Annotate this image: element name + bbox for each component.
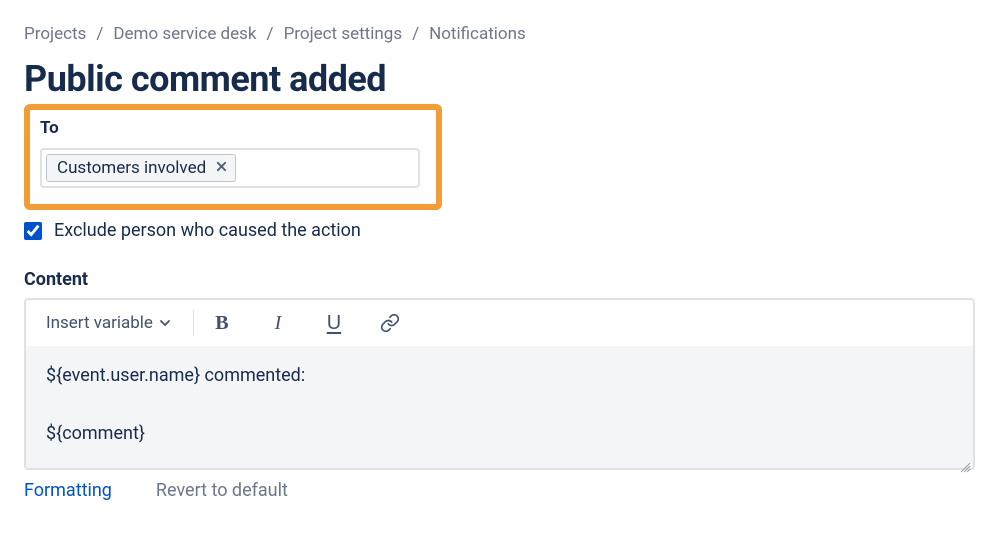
to-field-highlight: To Customers involved bbox=[24, 104, 442, 210]
footer-links: Formatting Revert to default bbox=[24, 480, 975, 501]
breadcrumb-separator: / bbox=[96, 24, 103, 44]
underline-button[interactable]: U bbox=[306, 312, 362, 335]
insert-variable-label: Insert variable bbox=[46, 313, 153, 333]
exclude-checkbox-label: Exclude person who caused the action bbox=[54, 220, 361, 241]
recipient-chip: Customers involved bbox=[46, 154, 236, 182]
bold-icon: B bbox=[215, 312, 228, 335]
breadcrumb-demo-service-desk[interactable]: Demo service desk bbox=[113, 24, 256, 44]
editor-toolbar: Insert variable B I U bbox=[26, 300, 973, 346]
chip-remove-icon[interactable] bbox=[214, 161, 229, 175]
formatting-link[interactable]: Formatting bbox=[24, 480, 112, 501]
breadcrumb-projects[interactable]: Projects bbox=[24, 24, 86, 44]
breadcrumb-separator: / bbox=[267, 24, 274, 44]
content-editor: Insert variable B I U ${event.user.name}… bbox=[24, 298, 975, 470]
link-icon bbox=[380, 313, 400, 333]
content-label: Content bbox=[24, 269, 975, 290]
exclude-checkbox[interactable] bbox=[24, 222, 42, 240]
revert-to-default-link[interactable]: Revert to default bbox=[156, 480, 288, 501]
chevron-down-icon bbox=[159, 317, 171, 329]
page-title: Public comment added bbox=[24, 58, 975, 100]
breadcrumb-separator: / bbox=[412, 24, 419, 44]
insert-variable-dropdown[interactable]: Insert variable bbox=[46, 313, 193, 333]
underline-icon: U bbox=[327, 312, 341, 335]
link-button[interactable] bbox=[362, 313, 418, 333]
breadcrumb: Projects / Demo service desk / Project s… bbox=[24, 24, 975, 44]
to-label: To bbox=[40, 118, 426, 138]
breadcrumb-project-settings[interactable]: Project settings bbox=[284, 24, 403, 44]
bold-button[interactable]: B bbox=[194, 312, 250, 335]
italic-button[interactable]: I bbox=[250, 312, 306, 335]
editor-textarea[interactable]: ${event.user.name} commented: ${comment} bbox=[26, 346, 973, 468]
exclude-checkbox-row: Exclude person who caused the action bbox=[24, 220, 975, 241]
to-input[interactable]: Customers involved bbox=[40, 148, 420, 188]
breadcrumb-notifications[interactable]: Notifications bbox=[429, 24, 526, 44]
italic-icon: I bbox=[275, 312, 282, 335]
chip-label: Customers involved bbox=[57, 158, 206, 178]
resize-handle[interactable] bbox=[959, 454, 971, 466]
